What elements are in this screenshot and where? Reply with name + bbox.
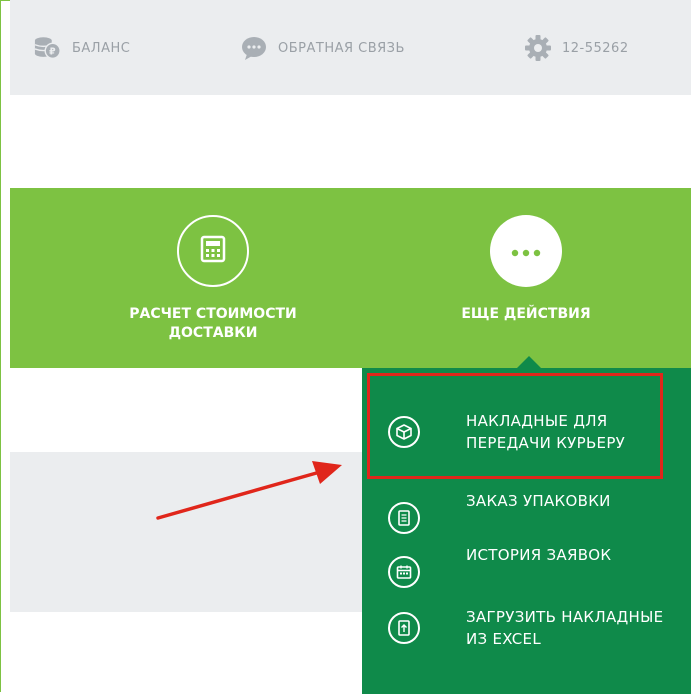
annotation-arrow: [156, 461, 342, 520]
